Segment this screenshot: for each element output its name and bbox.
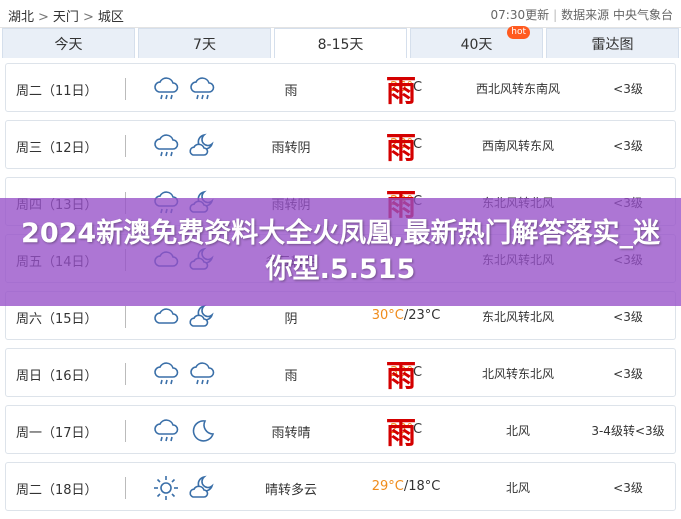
wind-level: <3级: [613, 481, 643, 495]
forecast-row[interactable]: 周二（18日） 晴转多云 29°C/18°C 北风 <3级: [5, 462, 676, 511]
forecast-date: 周二（18日）: [16, 483, 98, 498]
update-time: 07:30更新: [490, 8, 550, 22]
wind-direction: 东北风转北风: [481, 310, 554, 324]
tab-label: 8-15天: [317, 36, 364, 53]
breadcrumb: 湖北 > 天门 > 城区: [8, 6, 124, 25]
wind-level: <3级: [613, 82, 643, 96]
breadcrumb-district[interactable]: 城区: [98, 6, 124, 25]
weather-desc: 雨: [284, 84, 298, 99]
rain-overlay-text: 雨: [386, 359, 416, 394]
wind-level: <3级: [613, 367, 643, 381]
temperature: 30°C/23°C: [356, 308, 456, 323]
temp-high: 30°C: [371, 308, 404, 323]
wind-direction: 北风: [505, 424, 530, 438]
divider: [125, 135, 126, 157]
breadcrumb-province[interactable]: 湖北: [8, 6, 34, 25]
tab-today[interactable]: 今天: [2, 28, 135, 58]
wind-direction: 西北风转东南风: [475, 82, 560, 96]
forecast-date: 周二（11日）: [16, 84, 98, 99]
weather-icons: [151, 416, 221, 446]
tab-label: 40天: [460, 36, 493, 53]
weather-icons: [151, 302, 221, 332]
divider: [125, 306, 126, 328]
divider: [125, 78, 126, 100]
tab-label: 7天: [193, 36, 216, 53]
weather-icons: [151, 74, 221, 104]
tab-7days[interactable]: 7天: [138, 28, 271, 58]
forecast-date: 周一（17日）: [16, 426, 98, 441]
temp-low: /18°C: [403, 479, 441, 494]
divider: [125, 363, 126, 385]
rain-cloud-icon: [187, 359, 217, 389]
partly-cloudy-night-icon: [187, 131, 217, 161]
divider: [125, 420, 126, 442]
rain-cloud-icon: [187, 74, 217, 104]
top-bar: 湖北 > 天门 > 城区 07:30更新 | 数据来源 中央气象台: [0, 0, 681, 28]
rain-cloud-icon: [151, 74, 181, 104]
forecast-date: 周三（12日）: [16, 141, 98, 156]
forecast-date: 周日（16日）: [16, 369, 98, 384]
weather-desc: 雨转晴: [271, 426, 311, 441]
weather-icons: [151, 359, 221, 389]
promo-banner[interactable]: 2024新澳免费资料大全火凤凰,最新热门解答落实_迷你型.5.515: [0, 198, 681, 306]
breadcrumb-city[interactable]: 天门: [53, 6, 79, 25]
tab-8-15days[interactable]: 8-15天: [274, 28, 407, 58]
temp-high: 29°C: [371, 479, 404, 494]
temp-low: /23°C: [403, 308, 441, 323]
forecast-row[interactable]: 周三（12日） 雨转阴 28°C 西南风转东风 <3级雨: [5, 120, 676, 169]
rain-cloud-icon: [151, 416, 181, 446]
weather-icons: [151, 131, 221, 161]
divider: [125, 477, 126, 499]
forecast-row[interactable]: 周二（11日）雨 26°C 西北风转东南风 <3级雨: [5, 63, 676, 112]
weather-desc: 雨: [284, 369, 298, 384]
rain-cloud-icon: [151, 359, 181, 389]
forecast-row[interactable]: 周日（16日）雨 30°C 北风转东北风 <3级雨: [5, 348, 676, 397]
cloud-icon: [151, 302, 181, 332]
update-info: 07:30更新 | 数据来源 中央气象台: [490, 8, 673, 22]
sun-icon: [151, 473, 181, 503]
moon-icon: [187, 416, 217, 446]
wind-level: 3-4级转<3级: [591, 424, 665, 438]
wind-level: <3级: [613, 310, 643, 324]
weather-desc: 阴: [284, 312, 298, 327]
rain-overlay-text: 雨: [386, 74, 416, 109]
forecast-tabs: 今天 7天 8-15天 40天 hot 雷达图: [2, 26, 679, 58]
tab-label: 今天: [54, 36, 83, 53]
rain-overlay-text: 雨: [386, 131, 416, 166]
wind-direction: 西南风转东风: [481, 139, 554, 153]
tab-radar[interactable]: 雷达图: [546, 28, 679, 58]
weather-icons: [151, 473, 221, 503]
banner-text: 2024新澳免费资料大全火凤凰,最新热门解答落实_迷你型.5.515: [21, 218, 660, 285]
breadcrumb-separator: >: [82, 10, 94, 25]
tab-40days[interactable]: 40天 hot: [410, 26, 543, 58]
partly-cloudy-night-icon: [187, 473, 217, 503]
breadcrumb-separator: >: [38, 10, 49, 25]
weather-desc: 雨转阴: [271, 141, 311, 156]
tab-label: 雷达图: [591, 36, 634, 53]
temperature: 29°C/18°C: [356, 479, 456, 494]
wind-level: <3级: [613, 139, 643, 153]
rain-overlay-text: 雨: [386, 416, 416, 451]
wind-direction: 北风转东北风: [481, 367, 554, 381]
data-source: 数据来源 中央气象台: [561, 8, 673, 22]
rain-cloud-icon: [151, 131, 181, 161]
forecast-row[interactable]: 周一（17日） 雨转晴 28°C 北风 3-4级转<3级雨: [5, 405, 676, 454]
hot-badge: hot: [507, 26, 530, 39]
wind-direction: 北风: [505, 481, 530, 495]
partly-cloudy-night-icon: [187, 302, 217, 332]
weather-desc: 晴转多云: [264, 483, 317, 498]
forecast-date: 周六（15日）: [16, 312, 98, 327]
